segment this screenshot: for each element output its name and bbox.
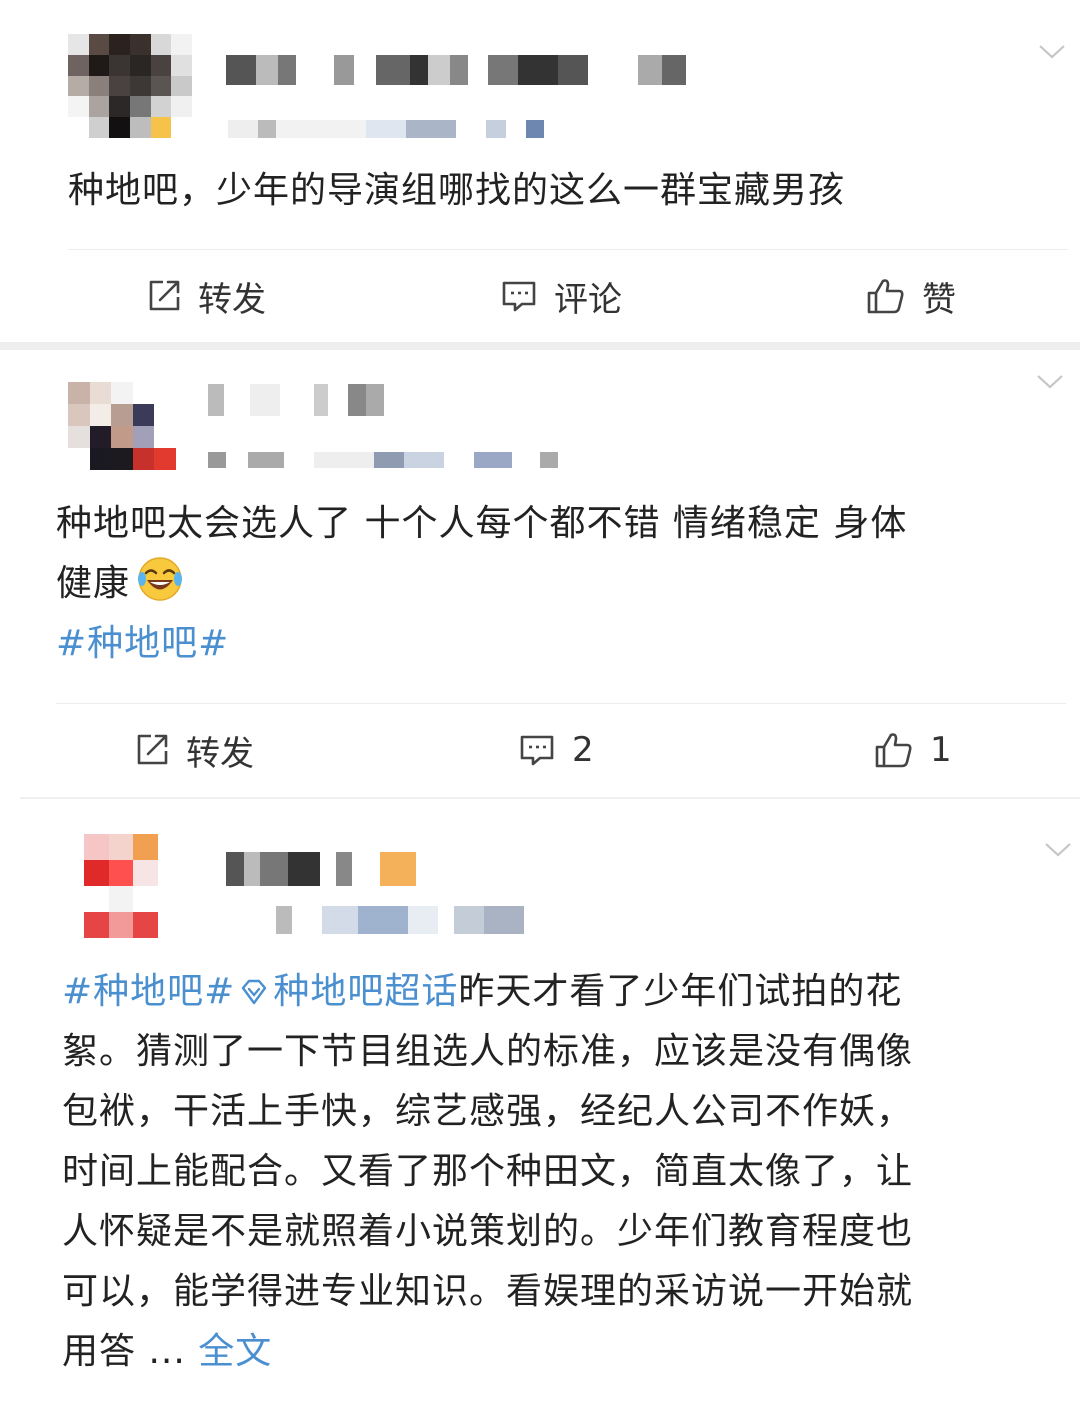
- comment-count: 2: [572, 730, 594, 770]
- username[interactable]: [208, 384, 402, 416]
- post-text-line: #种地吧# 种地吧超话昨天才看了少年们试拍的花: [62, 962, 1062, 1022]
- feed-separator: [20, 797, 1080, 799]
- post-2: 种地吧太会选人了 十个人每个都不错 情绪稳定 身体 健康 #种地吧# 转发 2 …: [0, 350, 1080, 796]
- chevron-down-icon[interactable]: [1038, 44, 1066, 60]
- post-text: 种地吧，少年的导演组哪找的这么一群宝藏男孩: [68, 170, 846, 211]
- full-text-link[interactable]: 全文: [198, 1331, 272, 1372]
- avatar[interactable]: [84, 834, 158, 938]
- post-text-line: 絮。猜测了一下节目组选人的标准，应该是没有偶像: [62, 1031, 914, 1072]
- post-1: 种地吧，少年的导演组哪找的这么一群宝藏男孩 转发 评论 赞: [0, 0, 1080, 342]
- like-icon: [875, 733, 912, 768]
- supertopic-link[interactable]: 种地吧超话: [273, 971, 458, 1012]
- comment-label: 评论: [554, 279, 622, 320]
- post-text-line: 时间上能配合。又看了那个种田文，简直太像了，让: [62, 1151, 914, 1192]
- avatar[interactable]: [68, 382, 176, 470]
- comment-button[interactable]: 评论: [500, 250, 622, 342]
- comment-icon: [520, 735, 554, 766]
- post-text-line: 健康: [56, 554, 1056, 614]
- chevron-down-icon[interactable]: [1036, 374, 1064, 390]
- post-text-segment: 昨天才看了少年们试拍的花: [458, 971, 903, 1012]
- hashtag-link[interactable]: #种地吧#: [56, 614, 1056, 674]
- repost-label: 转发: [198, 279, 266, 320]
- like-icon: [867, 279, 904, 314]
- username[interactable]: [226, 852, 418, 886]
- comment-button[interactable]: 2: [518, 704, 594, 796]
- repost-label: 转发: [186, 733, 254, 774]
- post-text-truncated: 用答 ...: [62, 1331, 186, 1372]
- comment-icon: [502, 281, 536, 312]
- like-button[interactable]: 赞: [866, 250, 956, 342]
- post-text-line: 用答 ... 全文: [62, 1322, 1062, 1382]
- chevron-down-icon[interactable]: [1044, 842, 1072, 858]
- post-3: #种地吧# 种地吧超话昨天才看了少年们试拍的花 絮。猜测了一下节目组选人的标准，…: [0, 800, 1080, 1401]
- post-text-line: 可以，能学得进专业知识。看娱理的采访说一开始就: [62, 1271, 914, 1312]
- post-text-line: 种地吧太会选人了 十个人每个都不错 情绪稳定 身体: [56, 503, 908, 544]
- repost-icon: [149, 280, 180, 311]
- like-label: 赞: [922, 279, 956, 320]
- post-meta: [226, 906, 542, 934]
- like-button[interactable]: 1: [874, 704, 952, 796]
- post-text-line: 人怀疑是不是就照着小说策划的。少年们教育程度也: [62, 1211, 914, 1252]
- like-count: 1: [930, 730, 952, 770]
- feed-separator: [0, 342, 1080, 350]
- repost-button[interactable]: 转发: [134, 704, 254, 796]
- hashtag-link[interactable]: #种地吧#: [62, 971, 235, 1012]
- post-text-line: 包袱，干活上手快，综艺感强，经纪人公司不作妖，: [62, 1091, 914, 1132]
- repost-icon: [137, 734, 168, 765]
- username[interactable]: [226, 55, 686, 85]
- diamond-icon: [242, 979, 267, 1005]
- post-text-end: 健康: [56, 563, 131, 604]
- laughing-tears-emoji: [138, 557, 183, 601]
- repost-button[interactable]: 转发: [146, 250, 266, 342]
- post-meta: [228, 120, 558, 138]
- avatar[interactable]: [68, 34, 192, 138]
- action-bar: 转发 2 1: [0, 704, 1080, 796]
- action-bar: 转发 评论 赞: [0, 250, 1080, 342]
- post-text: #种地吧# 种地吧超话昨天才看了少年们试拍的花 絮。猜测了一下节目组选人的标准，…: [62, 962, 1062, 1382]
- post-meta: [208, 452, 558, 468]
- post-text: 种地吧太会选人了 十个人每个都不错 情绪稳定 身体 健康 #种地吧#: [56, 494, 1056, 674]
